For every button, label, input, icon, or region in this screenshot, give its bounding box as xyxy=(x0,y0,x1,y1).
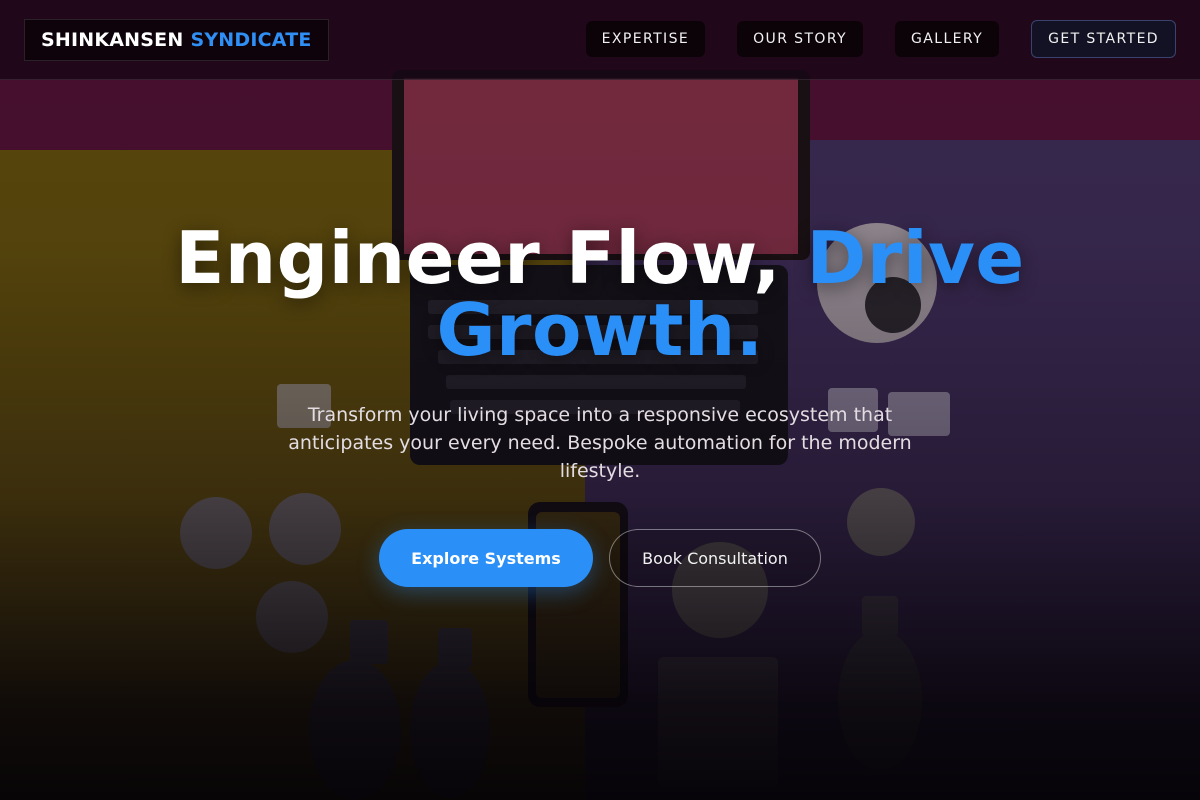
brand-name-part2: SYNDICATE xyxy=(190,29,312,51)
hero-subtitle: Transform your living space into a respo… xyxy=(288,404,912,482)
book-consultation-button[interactable]: Book Consultation xyxy=(609,529,821,587)
nav-our-story[interactable]: OUR STORY xyxy=(737,21,864,57)
main-nav: EXPERTISE OUR STORY GALLERY GET STARTED xyxy=(585,20,1176,58)
nav-gallery[interactable]: GALLERY xyxy=(895,21,1000,57)
hero-headline: Engineer Flow, Drive Growth. xyxy=(0,222,1200,366)
nav-expertise[interactable]: EXPERTISE xyxy=(585,21,706,57)
hero-section: Engineer Flow, Drive Growth. Transform y… xyxy=(0,222,1200,587)
brand-name-part1: SHINKANSEN xyxy=(41,29,184,51)
hero-actions: Explore Systems Book Consultation xyxy=(0,529,1200,587)
explore-systems-button[interactable]: Explore Systems xyxy=(379,529,593,587)
top-navigation-bar: SHINKANSEN SYNDICATE EXPERTISE OUR STORY… xyxy=(0,0,1200,80)
brand-logo[interactable]: SHINKANSEN SYNDICATE xyxy=(24,19,329,61)
get-started-button[interactable]: GET STARTED xyxy=(1031,20,1176,58)
